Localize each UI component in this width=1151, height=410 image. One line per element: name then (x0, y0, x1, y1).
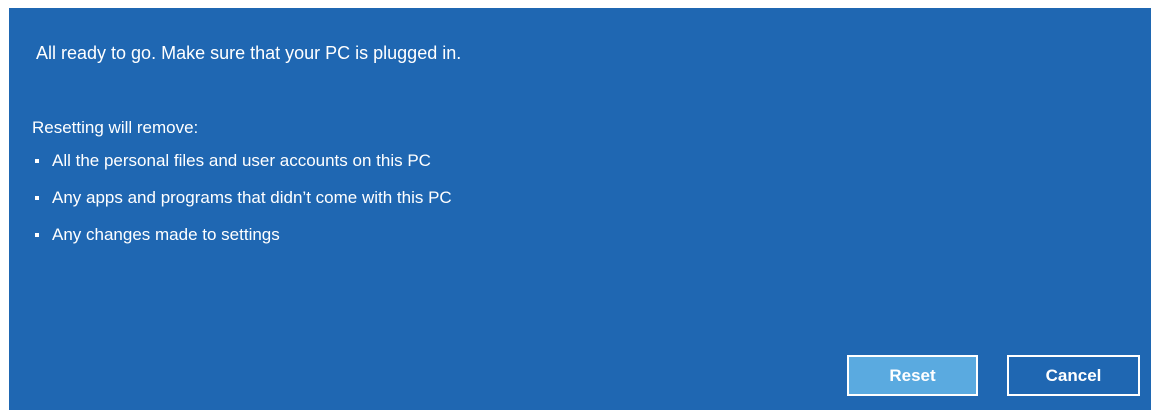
reset-button[interactable]: Reset (847, 355, 978, 396)
cancel-button[interactable]: Cancel (1007, 355, 1140, 396)
cancel-button-label: Cancel (1045, 365, 1102, 385)
reset-button-label: Reset (889, 365, 936, 385)
list-item: Any apps and programs that didn’t come w… (32, 187, 452, 224)
list-item: All the personal files and user accounts… (32, 150, 452, 187)
list-item: Any changes made to settings (32, 224, 452, 261)
bullet-icon (35, 196, 39, 200)
ready-message: All ready to go. Make sure that your PC … (36, 43, 462, 63)
bullet-icon (35, 233, 39, 237)
remove-list: All the personal files and user accounts… (32, 150, 452, 261)
list-item-text: Any apps and programs that didn’t come w… (52, 188, 452, 207)
reset-dialog: All ready to go. Make sure that your PC … (9, 8, 1151, 410)
list-item-text: Any changes made to settings (52, 225, 280, 244)
bullet-icon (35, 159, 39, 163)
list-item-text: All the personal files and user accounts… (52, 151, 431, 170)
remove-list-label: Resetting will remove: (32, 118, 199, 137)
